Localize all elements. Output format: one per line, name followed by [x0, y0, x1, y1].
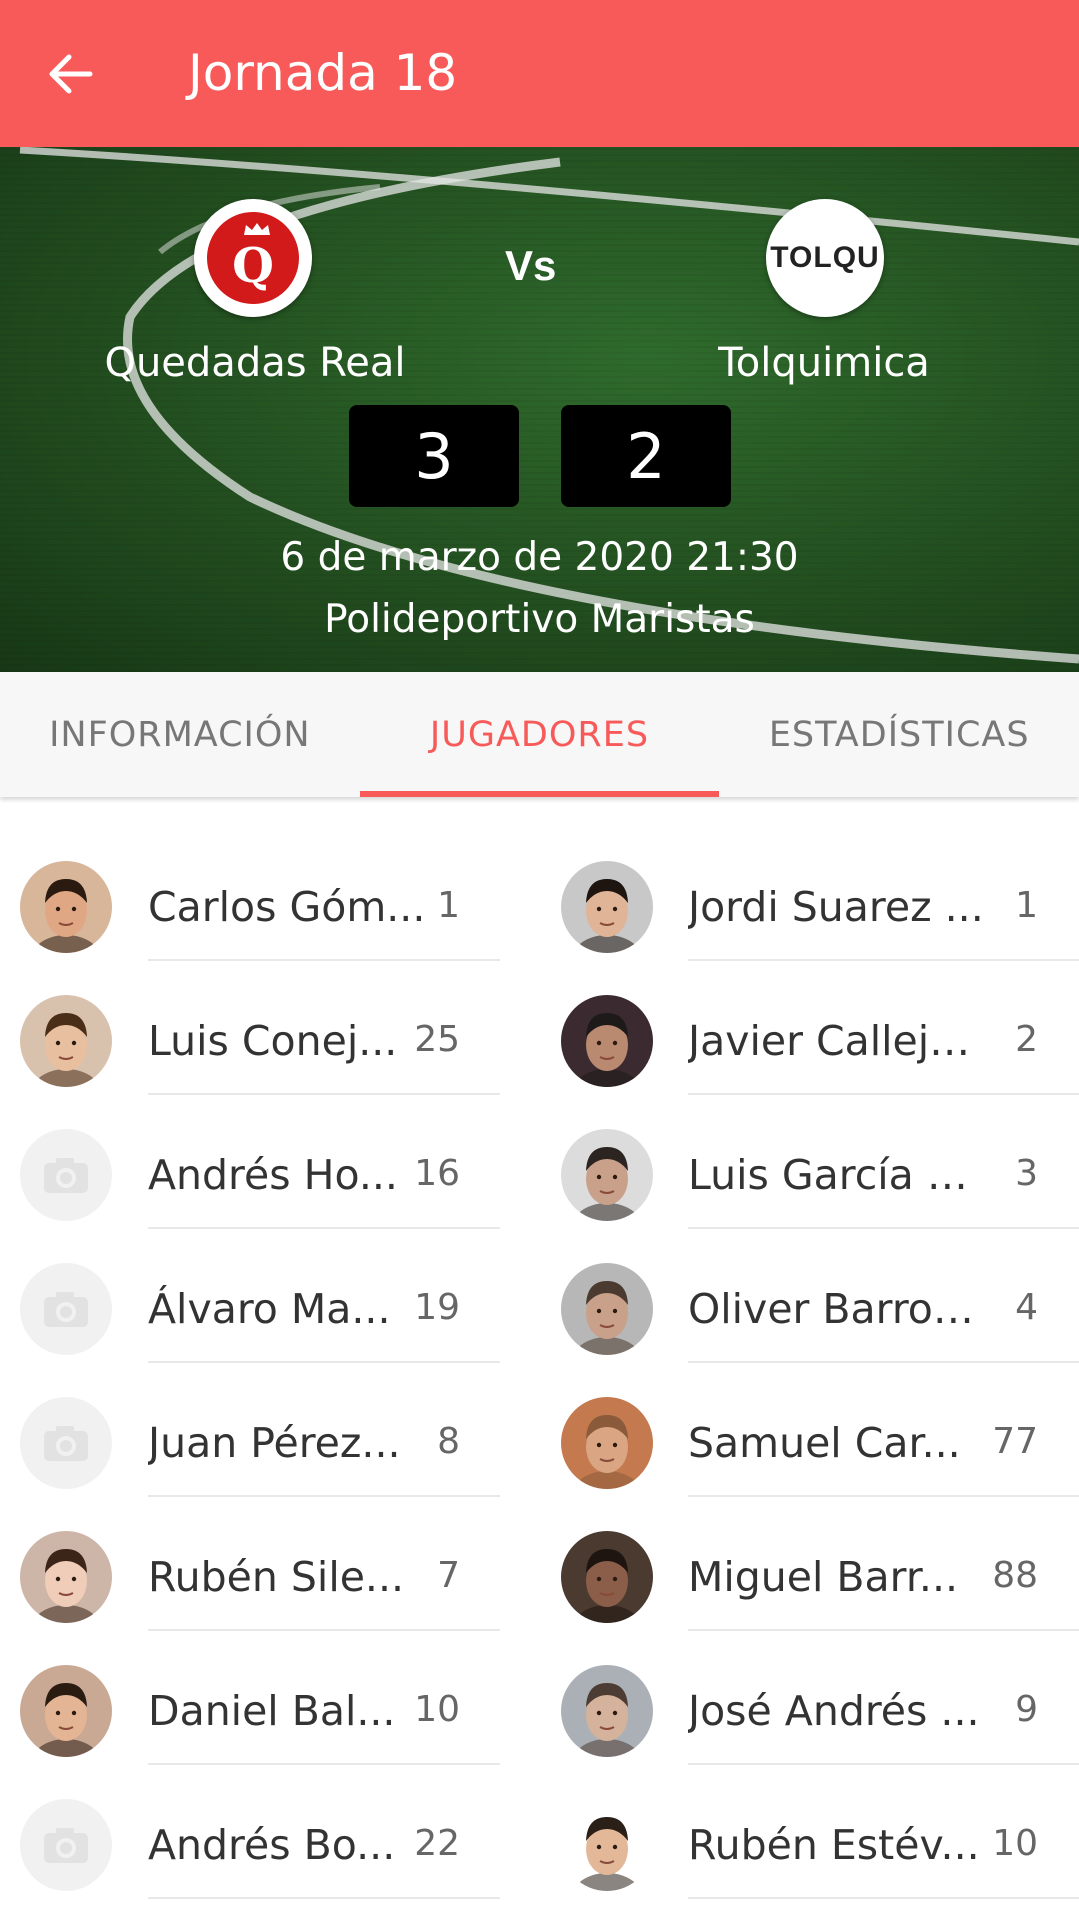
home-player-row[interactable]: Luis Conej... 25 [0, 961, 540, 1095]
away-team-logo[interactable]: TOLQU [766, 199, 884, 317]
player-name: Álvaro Ma... [148, 1285, 391, 1333]
player-avatar [20, 1531, 112, 1623]
tab-estadisticas[interactable]: ESTADÍSTICAS [719, 672, 1079, 797]
home-score: 3 [349, 405, 519, 507]
crown-icon [244, 223, 270, 235]
home-player-row[interactable]: Andrés Ho... 16 [0, 1095, 540, 1229]
away-player-row[interactable]: Jordi Suarez ... 1 [540, 827, 1079, 961]
player-name: Jordi Suarez ... [688, 883, 984, 931]
row-divider [688, 1897, 1079, 1899]
player-number: 16 [414, 1153, 460, 1194]
player-name: Andrés Bo... [148, 1821, 396, 1869]
player-number: 77 [992, 1421, 1038, 1462]
tab-informacion[interactable]: INFORMACIÓN [0, 672, 360, 797]
page-title: Jornada 18 [188, 44, 458, 102]
player-number: 2 [1015, 1019, 1038, 1060]
player-name: Juan Pérez... [148, 1419, 401, 1467]
arrow-left-icon [49, 54, 93, 94]
home-player-row[interactable]: Andrés Bo... 22 [0, 1765, 540, 1899]
player-number: 1 [1015, 885, 1038, 926]
app-bar: Jornada 18 [0, 0, 1079, 147]
player-avatar [561, 1129, 653, 1221]
row-divider [148, 1897, 500, 1899]
home-player-row[interactable]: Daniel Bal... 10 [0, 1631, 540, 1765]
away-team-name: Tolquimica [718, 340, 930, 386]
match-venue: Polideportivo Maristas [324, 597, 755, 642]
player-name: Andrés Ho... [148, 1151, 398, 1199]
player-name: Carlos Góm... [148, 883, 426, 931]
player-number: 7 [437, 1555, 460, 1596]
player-name: Daniel Bal... [148, 1687, 396, 1735]
player-number: 8 [437, 1421, 460, 1462]
home-team-name: Quedadas Real [104, 340, 406, 386]
player-name: José Andrés ... [688, 1687, 980, 1735]
away-player-row[interactable]: José Andrés ... 9 [540, 1631, 1079, 1765]
field-lines [19, 147, 1079, 664]
player-number: 4 [1015, 1287, 1038, 1328]
player-avatar [20, 995, 112, 1087]
camera-icon [20, 1799, 112, 1891]
player-avatar [20, 861, 112, 953]
player-avatar [561, 1531, 653, 1623]
player-avatar [20, 1665, 112, 1757]
player-number: 1 [437, 885, 460, 926]
home-player-row[interactable]: Carlos Góm... 1 [0, 827, 540, 961]
player-number: 10 [992, 1823, 1038, 1864]
player-name: Samuel Car... [688, 1419, 961, 1467]
player-name: Rubén Sile... [148, 1553, 405, 1601]
away-player-row[interactable]: Oliver Barros... 4 [540, 1229, 1079, 1363]
tab-bar: INFORMACIÓN JUGADORES ESTADÍSTICAS [0, 672, 1079, 797]
player-avatar [561, 1799, 653, 1891]
player-name: Luis Conej... [148, 1017, 398, 1065]
match-date: 6 de marzo de 2020 21:30 [280, 535, 799, 580]
player-number: 22 [414, 1823, 460, 1864]
player-name: Rubén Estév... [688, 1821, 980, 1869]
player-number: 88 [992, 1555, 1038, 1596]
player-name: Oliver Barros... [688, 1285, 988, 1333]
away-player-row[interactable]: Javier Calleja... 2 [540, 961, 1079, 1095]
home-team-badge: Q [203, 208, 303, 308]
home-player-row[interactable]: Juan Pérez... 8 [0, 1363, 540, 1497]
tab-jugadores[interactable]: JUGADORES [359, 672, 720, 797]
home-team-logo[interactable]: Q [194, 199, 312, 317]
home-logo-letter: Q [232, 238, 274, 294]
player-number: 10 [414, 1689, 460, 1730]
player-name: Luis García M... [688, 1151, 988, 1199]
player-name: Miguel Barr... [688, 1553, 959, 1601]
away-score: 2 [561, 405, 731, 507]
player-avatar [561, 1397, 653, 1489]
camera-icon [20, 1397, 112, 1489]
player-avatar [561, 995, 653, 1087]
match-header: Q Vs TOLQU Quedadas Real Tolquimica 3 2 … [0, 147, 1079, 672]
player-number: 3 [1015, 1153, 1038, 1194]
away-player-row[interactable]: Rubén Estév... 10 [540, 1765, 1079, 1899]
away-player-row[interactable]: Samuel Car... 77 [540, 1363, 1079, 1497]
vs-label: Vs [505, 242, 557, 289]
player-number: 19 [414, 1287, 460, 1328]
player-avatar [561, 861, 653, 953]
player-number: 25 [414, 1019, 460, 1060]
player-name: Javier Calleja... [688, 1017, 988, 1065]
camera-icon [20, 1263, 112, 1355]
home-player-row[interactable]: Rubén Sile... 7 [0, 1497, 540, 1631]
away-player-row[interactable]: Miguel Barr... 88 [540, 1497, 1079, 1631]
away-players-list: Jordi Suarez ... 1 Javier Calleja... 2 Luis … [540, 827, 1079, 1899]
home-players-list: Carlos Góm... 1 Luis Conej... 25 Andrés Ho..… [0, 827, 540, 1899]
camera-icon [20, 1129, 112, 1221]
away-player-row[interactable]: Luis García M... 3 [540, 1095, 1079, 1229]
away-logo-text: TOLQU [770, 241, 880, 274]
player-number: 9 [1015, 1689, 1038, 1730]
player-avatar [561, 1665, 653, 1757]
home-player-row[interactable]: Álvaro Ma... 19 [0, 1229, 540, 1363]
back-button[interactable] [42, 46, 98, 102]
player-avatar [561, 1263, 653, 1355]
